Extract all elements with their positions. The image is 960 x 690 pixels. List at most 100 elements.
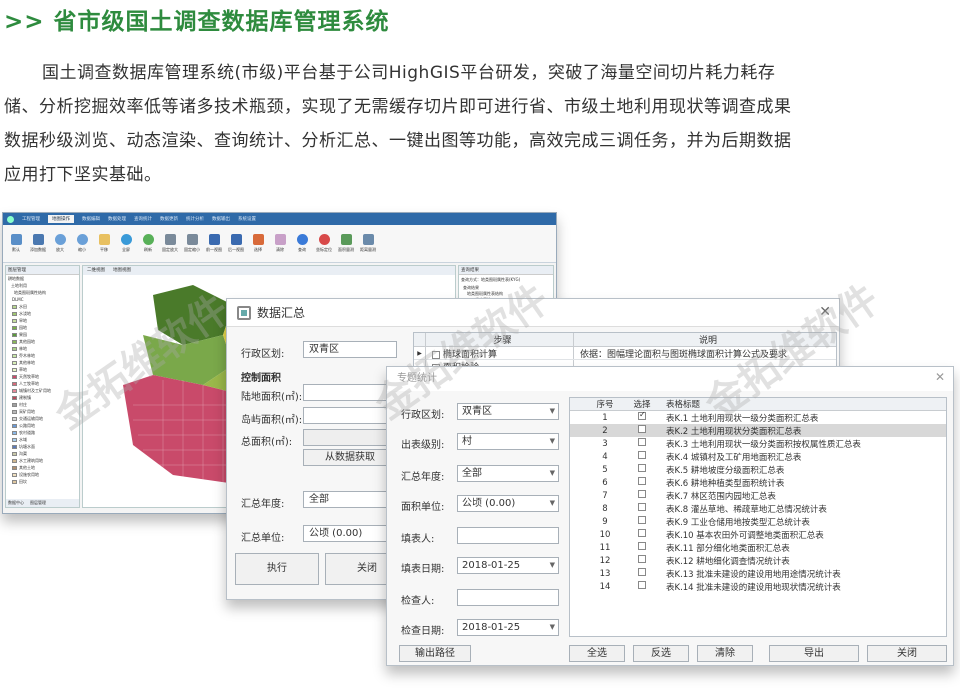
table-row[interactable]: 7 表K.7 林区范围内园地汇总表 — [570, 489, 946, 502]
tab-output[interactable]: 数据输出 — [212, 216, 230, 222]
layer-item[interactable]: 城镇村及工矿用地 — [6, 387, 79, 394]
distance-measure-button[interactable]: 距离量测 — [359, 234, 377, 253]
table-row[interactable]: 8 表K.8 灌丛草地、稀疏草地汇总情况统计表 — [570, 502, 946, 515]
form-field[interactable] — [457, 589, 559, 606]
layer-item[interactable]: 水田 — [6, 303, 79, 310]
row-checkbox[interactable] — [638, 410, 646, 420]
row-checkbox[interactable] — [638, 464, 646, 472]
row-checkbox[interactable] — [638, 490, 646, 498]
table-row[interactable]: 2 表K.2 土地利用现状分类面积汇总表 — [570, 424, 946, 437]
form-field[interactable]: 全部 ▼ — [457, 465, 559, 482]
tab-analysis[interactable]: 统计分析 — [186, 216, 204, 222]
row-checkbox[interactable] — [638, 529, 646, 537]
row-checkbox[interactable] — [638, 516, 646, 524]
layer-item[interactable]: 水工建筑用地 — [6, 457, 79, 464]
layer-item[interactable]: 农村道路 — [6, 429, 79, 436]
pan-button[interactable]: 平移 — [95, 234, 113, 253]
row-checkbox[interactable] — [638, 581, 646, 589]
unit-select[interactable]: 公顷 (0.00) — [303, 525, 397, 542]
tab-2d-view[interactable]: 二维视图 — [87, 266, 105, 275]
layer-item[interactable]: 耕地数据 — [6, 275, 79, 282]
table-row[interactable]: 11 表K.11 部分细化地类面积汇总表 — [570, 541, 946, 554]
layer-item[interactable]: 旱地 — [6, 317, 79, 324]
tab-project[interactable]: 工程管理 — [22, 216, 40, 222]
default-button[interactable]: 默认 — [7, 234, 25, 253]
next-view-button[interactable]: 后一视图 — [227, 234, 245, 253]
export-button[interactable]: 导出 — [769, 645, 859, 662]
year-select[interactable]: 全部 — [303, 491, 397, 508]
area-measure-button[interactable]: 面积量测 — [337, 234, 355, 253]
layer-item[interactable]: 人工牧草地 — [6, 380, 79, 387]
add-data-button[interactable]: 添加数据 — [29, 234, 47, 253]
layer-item[interactable]: 果园 — [6, 331, 79, 338]
layer-item[interactable]: 地类图斑属性结构 — [6, 289, 79, 296]
row-checkbox[interactable] — [638, 542, 646, 550]
table-row[interactable]: 5 表K.5 耕地坡度分级面积汇总表 — [570, 463, 946, 476]
table-row[interactable]: 12 表K.12 耕地细化调查情况统计表 — [570, 554, 946, 567]
tab-data-center[interactable]: 数据中心 — [8, 499, 24, 507]
tab-map-view[interactable]: 地图视图 — [113, 266, 131, 275]
layer-item[interactable]: 水浇地 — [6, 310, 79, 317]
invert-select-button[interactable]: 反选 — [633, 645, 689, 662]
layer-item[interactable]: 田坎 — [6, 478, 79, 485]
row-checkbox[interactable] — [432, 350, 440, 359]
table-row[interactable]: 4 表K.4 城镇村及工矿用地面积汇总表 — [570, 450, 946, 463]
layer-item[interactable]: 交通运输用地 — [6, 415, 79, 422]
table-row[interactable]: 3 表K.3 土地利用现状一级分类面积按权属性质汇总表 — [570, 437, 946, 450]
form-field[interactable] — [457, 527, 559, 544]
close-icon[interactable]: ✕ — [819, 304, 831, 320]
tab-settings[interactable]: 系统设置 — [238, 216, 256, 222]
form-field[interactable]: 公顷 (0.00) ▼ — [457, 495, 559, 512]
layer-item[interactable]: 其他土地 — [6, 464, 79, 471]
form-field[interactable]: 2018-01-25 ▼ — [457, 619, 559, 636]
layer-item[interactable]: 土地利用 — [6, 282, 79, 289]
full-extent-button[interactable]: 全屏 — [117, 234, 135, 253]
layer-item[interactable]: 林地 — [6, 345, 79, 352]
row-checkbox[interactable] — [638, 451, 646, 459]
land-area-input[interactable] — [303, 384, 397, 401]
refresh-button[interactable]: 刷新 — [139, 234, 157, 253]
tab-query[interactable]: 查询统计 — [134, 216, 152, 222]
table-row[interactable]: 10 表K.10 基本农田外可调整地类面积汇总表 — [570, 528, 946, 541]
output-path-button[interactable]: 输出路径 — [399, 645, 471, 662]
tab-layer-manage[interactable]: 图层管理 — [30, 499, 46, 507]
query-button[interactable]: 查询 — [293, 234, 311, 253]
form-field[interactable]: 村 ▼ — [457, 433, 559, 450]
fixed-zoom-in-button[interactable]: 固定放大 — [161, 234, 179, 253]
clear-button[interactable]: 清除 — [271, 234, 289, 253]
layer-item[interactable]: 公路用地 — [6, 422, 79, 429]
grid-row[interactable]: ▶ 椭球面积计算 依据：图幅理论面积与图斑椭球面积计算公式及要求 — [414, 347, 836, 360]
form-field[interactable]: 2018-01-25 ▼ — [457, 557, 559, 574]
zoom-out-button[interactable]: 缩小 — [73, 234, 91, 253]
table-row[interactable]: 13 表K.13 批准未建设的建设用地用途情况统计表 — [570, 567, 946, 580]
row-checkbox[interactable] — [638, 568, 646, 576]
table-row[interactable]: 14 表K.14 批准未建设的建设用地现状情况统计表 — [570, 580, 946, 593]
query-mode[interactable]: 查询方式：地类图斑属性表(KYG) — [459, 275, 553, 285]
layer-item[interactable]: 天然牧草地 — [6, 373, 79, 380]
layer-item[interactable]: 乔木林地 — [6, 352, 79, 359]
select-button[interactable]: 选择 — [249, 234, 267, 253]
row-checkbox[interactable] — [638, 425, 646, 433]
layer-item[interactable]: 其他园地 — [6, 338, 79, 345]
row-checkbox[interactable] — [638, 503, 646, 511]
form-field[interactable]: 双青区 ▼ — [457, 403, 559, 420]
row-checkbox[interactable] — [638, 477, 646, 485]
locate-button[interactable]: 坐标定位 — [315, 234, 333, 253]
zoom-in-button[interactable]: 放大 — [51, 234, 69, 253]
layer-item[interactable]: 园地 — [6, 324, 79, 331]
tab-map-ops[interactable]: 地图操作 — [48, 215, 74, 223]
tab-update[interactable]: 数据更新 — [160, 216, 178, 222]
row-checkbox[interactable] — [638, 555, 646, 563]
prev-view-button[interactable]: 前一视图 — [205, 234, 223, 253]
layer-item[interactable]: 坑塘水面 — [6, 443, 79, 450]
clear-selection-button[interactable]: 清除 — [697, 645, 753, 662]
execute-button[interactable]: 执行 — [235, 553, 319, 585]
layer-item[interactable]: 草地 — [6, 366, 79, 373]
layer-item[interactable]: 水域 — [6, 436, 79, 443]
layer-item[interactable]: 其他林地 — [6, 359, 79, 366]
layer-item[interactable]: 采矿用地 — [6, 408, 79, 415]
layer-item[interactable]: 村庄 — [6, 401, 79, 408]
close-icon[interactable]: ✕ — [935, 370, 945, 384]
fixed-zoom-out-button[interactable]: 固定缩小 — [183, 234, 201, 253]
island-area-input[interactable] — [303, 407, 397, 424]
